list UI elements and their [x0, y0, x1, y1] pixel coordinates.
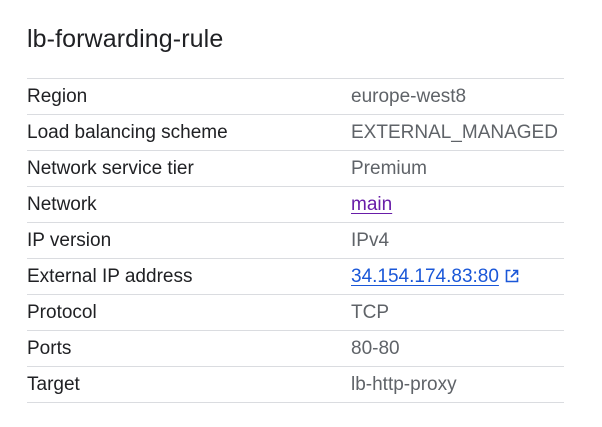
table-row-load-balancing-scheme: Load balancing scheme EXTERNAL_MANAGED: [27, 115, 564, 151]
row-value-cell: main: [351, 187, 564, 223]
forwarding-rule-details-panel: lb-forwarding-rule Region europe-west8 L…: [27, 0, 564, 403]
row-value: europe-west8: [351, 85, 467, 107]
network-link[interactable]: main: [351, 194, 392, 215]
row-label: Ports: [27, 337, 72, 359]
row-value: IPv4: [351, 229, 390, 251]
row-value-cell: 34.154.174.83:80: [351, 259, 564, 295]
table-row-ports: Ports 80-80: [27, 331, 564, 367]
table-row-ip-version: IP version IPv4: [27, 223, 564, 259]
row-label: Network service tier: [27, 157, 194, 179]
row-label: Network: [27, 193, 97, 215]
table-row-external-ip-address: External IP address 34.154.174.83:80: [27, 259, 564, 295]
table-row-network: Network main: [27, 187, 564, 223]
row-value: TCP: [351, 301, 389, 323]
table-row-network-service-tier: Network service tier Premium: [27, 151, 564, 187]
page-title: lb-forwarding-rule: [27, 25, 224, 53]
table-row-protocol: Protocol TCP: [27, 295, 564, 331]
row-value: EXTERNAL_MANAGED: [351, 121, 558, 143]
row-label: Load balancing scheme: [27, 121, 228, 143]
table-row-target: Target lb-http-proxy: [27, 367, 564, 403]
row-label: Target: [27, 373, 80, 395]
row-label: Protocol: [27, 301, 97, 323]
external-ip-link[interactable]: 34.154.174.83:80: [351, 266, 499, 287]
table-row-region: Region europe-west8: [27, 79, 564, 115]
details-table: Region europe-west8 Load balancing schem…: [27, 78, 564, 403]
row-label: IP version: [27, 229, 112, 251]
row-value: 80-80: [351, 337, 400, 359]
row-label: External IP address: [27, 265, 193, 287]
row-value: lb-http-proxy: [351, 373, 457, 395]
row-value: Premium: [351, 157, 428, 179]
open-in-new-icon[interactable]: [504, 267, 520, 283]
row-label: Region: [27, 85, 88, 107]
